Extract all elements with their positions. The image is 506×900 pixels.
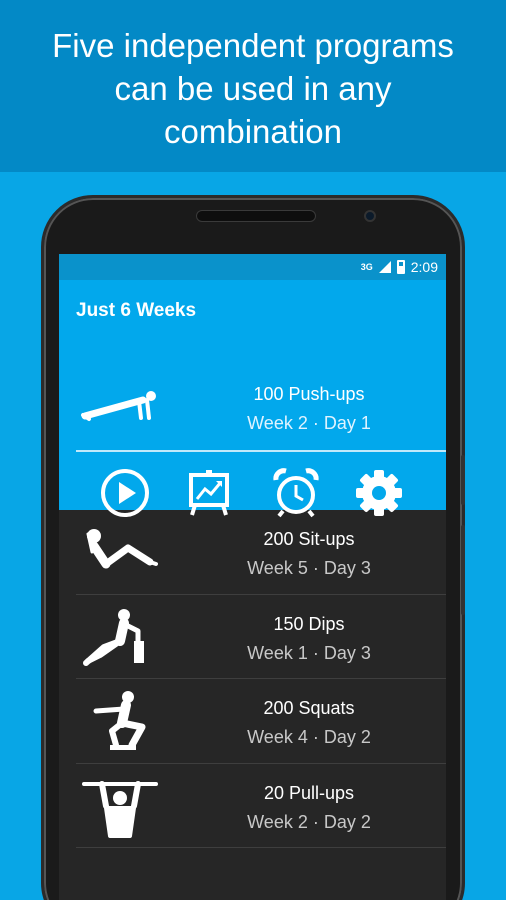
active-program-progress: Week 2 · Day 1 (247, 413, 371, 433)
status-bar: 3G 2:09 (59, 254, 446, 280)
program-progress: Week 4 · Day 2 (247, 727, 371, 747)
program-item-squats[interactable]: 200 Squats Week 4 · Day 2 (76, 679, 446, 764)
program-item-situps[interactable]: 200 Sit-ups Week 5 · Day 3 (76, 510, 446, 595)
program-item-pullups[interactable]: 20 Pull-ups Week 2 · Day 2 (76, 764, 446, 848)
program-name: 200 Sit-ups (263, 529, 355, 549)
program-progress: Week 5 · Day 3 (247, 558, 371, 578)
program-item-dips[interactable]: 150 Dips Week 1 · Day 3 (76, 595, 446, 679)
program-name: 200 Squats (263, 698, 355, 718)
program-name: 20 Pull-ups (263, 782, 355, 803)
program-progress: Week 2 · Day 2 (247, 811, 371, 832)
volume-button (461, 455, 465, 505)
action-bar (59, 466, 446, 518)
power-button (461, 525, 465, 615)
app-title: Just 6 Weeks (76, 300, 197, 321)
clock: 2:09 (410, 259, 438, 275)
program-name: 150 Dips (273, 613, 345, 634)
program-list: 200 Sit-ups Week 5 · Day 3 150 Dips Week… (59, 510, 446, 848)
banner-line-3: combination (164, 113, 342, 150)
signal-icon (378, 261, 391, 273)
pullup-figure-icon (82, 780, 158, 838)
active-program-card[interactable]: Just 6 Weeks 100 Push-ups Week 2 · Day 1 (59, 280, 446, 518)
situp-figure-icon (86, 529, 158, 569)
divider (76, 450, 446, 452)
pushup-figure-icon (81, 391, 156, 421)
phone-speaker (196, 210, 316, 222)
dips-figure-icon (83, 608, 144, 666)
battery-icon (396, 260, 405, 274)
network-label: 3G (360, 262, 373, 272)
phone-camera (364, 210, 376, 222)
banner-line-1: Five independent programs (52, 27, 454, 64)
banner-line-2: can be used in any (114, 70, 392, 107)
phone-screen: 3G 2:09 Just 6 Weeks 100 Push-ups Week 2… (59, 254, 446, 900)
active-program-name: 100 Push-ups (253, 384, 365, 404)
program-progress: Week 1 · Day 3 (247, 642, 371, 663)
promo-banner: Five independent programs can be used in… (0, 0, 506, 172)
squat-figure-icon (93, 691, 146, 750)
